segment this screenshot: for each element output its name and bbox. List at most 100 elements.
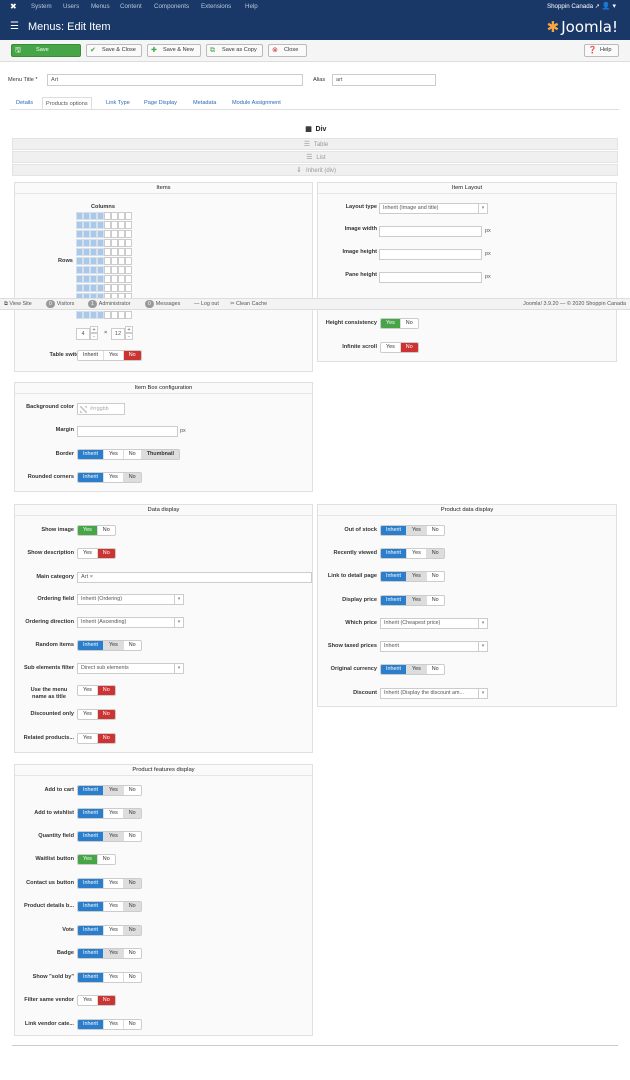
opt-inherit[interactable]: Inherit: [78, 832, 104, 841]
grid-cell[interactable]: [125, 230, 132, 238]
grid-cell[interactable]: [76, 311, 83, 319]
opt-no[interactable]: No: [124, 1020, 141, 1029]
grid-cell[interactable]: [125, 212, 132, 220]
add-to-wishlist-toggle[interactable]: Inherit Yes No: [77, 808, 142, 819]
opt-inherit[interactable]: Inherit: [78, 786, 104, 795]
opt-thumbnail[interactable]: Thumbnail: [141, 450, 179, 459]
opt-yes[interactable]: Yes: [381, 343, 401, 352]
opt-no[interactable]: No: [97, 996, 115, 1005]
grid-cell[interactable]: [83, 212, 90, 220]
table-switcher-toggle[interactable]: Inherit Yes No: [77, 350, 142, 361]
grid-cell[interactable]: [97, 311, 104, 319]
opt-no[interactable]: No: [97, 686, 115, 695]
opt-no[interactable]: No: [427, 596, 444, 605]
opt-inherit[interactable]: Inherit: [78, 879, 104, 888]
opt-inherit[interactable]: Inherit: [78, 351, 104, 360]
opt-no[interactable]: No: [124, 641, 141, 650]
ordering-field-select[interactable]: Inherit (Ordering) ▾: [77, 594, 184, 605]
opt-no[interactable]: No: [124, 973, 141, 982]
tab-page-display[interactable]: Page Display: [144, 98, 177, 109]
opt-inherit[interactable]: Inherit: [381, 665, 407, 674]
grid-cell[interactable]: [125, 248, 132, 256]
menu-system[interactable]: System: [31, 0, 52, 14]
grid-cell[interactable]: [97, 239, 104, 247]
opt-no[interactable]: No: [97, 549, 115, 558]
opt-yes[interactable]: Yes: [78, 855, 98, 864]
layout-inherit[interactable]: ⇓ Inherit (div): [12, 164, 618, 176]
opt-yes[interactable]: Yes: [104, 879, 124, 888]
grid-cell[interactable]: [97, 248, 104, 256]
opt-inherit[interactable]: Inherit: [78, 641, 104, 650]
grid-cell[interactable]: [125, 284, 132, 292]
opt-no[interactable]: No: [400, 343, 418, 352]
alias-input[interactable]: art: [332, 74, 436, 86]
grid-cell[interactable]: [104, 221, 111, 229]
tab-link-type[interactable]: Link Type: [106, 98, 130, 109]
columns-count[interactable]: 4: [76, 328, 90, 340]
layout-table[interactable]: ☰ Table: [12, 138, 618, 150]
opt-yes[interactable]: Yes: [103, 641, 124, 650]
display-price-toggle[interactable]: Inherit Yes No: [380, 595, 445, 606]
grid-cell[interactable]: [76, 275, 83, 283]
menu-extensions[interactable]: Extensions: [201, 0, 231, 14]
opt-yes[interactable]: Yes: [381, 319, 401, 328]
grid-cell[interactable]: [90, 239, 97, 247]
add-to-cart-toggle[interactable]: Inherit Yes No: [77, 785, 142, 796]
grid-cell[interactable]: [104, 266, 111, 274]
sub-elements-select[interactable]: Direct sub elements ▾: [77, 663, 184, 674]
grid-cell[interactable]: [97, 266, 104, 274]
opt-yes[interactable]: Yes: [103, 786, 124, 795]
grid-cell[interactable]: [90, 284, 97, 292]
grid-cell[interactable]: [125, 257, 132, 265]
close-button[interactable]: ⊗ Close: [268, 44, 307, 57]
opt-yes[interactable]: Yes: [78, 734, 98, 743]
admin-status[interactable]: 1 Administrator: [88, 299, 131, 310]
grid-cell[interactable]: [118, 230, 125, 238]
grid-cell[interactable]: [83, 284, 90, 292]
grid-cell[interactable]: [125, 266, 132, 274]
opt-no[interactable]: No: [427, 526, 444, 535]
rows-minus-button[interactable]: -: [125, 333, 133, 340]
link-vendor-toggle[interactable]: Inherit Yes No: [77, 1019, 142, 1030]
vote-toggle[interactable]: Inherit Yes No: [77, 925, 142, 936]
opt-no[interactable]: No: [124, 832, 141, 841]
grid-cell[interactable]: [90, 257, 97, 265]
save-close-button[interactable]: ✔ Save & Close: [86, 44, 142, 57]
grid-cell[interactable]: [76, 248, 83, 256]
opt-inherit[interactable]: Inherit: [78, 902, 104, 911]
grid-cell[interactable]: [90, 230, 97, 238]
grid-cell[interactable]: [90, 221, 97, 229]
grid-cell[interactable]: [125, 311, 132, 319]
grid-cell[interactable]: [90, 212, 97, 220]
opt-yes[interactable]: Yes: [406, 526, 427, 535]
grid-cell[interactable]: [90, 275, 97, 283]
grid-cell[interactable]: [76, 257, 83, 265]
joomla-logo-icon[interactable]: ✖: [10, 2, 17, 12]
quantity-field-toggle[interactable]: Inherit Yes No: [77, 831, 142, 842]
grid-cell[interactable]: [104, 230, 111, 238]
opt-inherit[interactable]: Inherit: [381, 596, 407, 605]
grid-cell[interactable]: [104, 284, 111, 292]
opt-yes[interactable]: Yes: [104, 809, 124, 818]
messages-status[interactable]: 0 Messages: [145, 299, 180, 310]
grid-cell[interactable]: [97, 212, 104, 220]
opt-yes[interactable]: Yes: [407, 549, 427, 558]
grid-cell[interactable]: [83, 311, 90, 319]
opt-yes[interactable]: Yes: [104, 973, 124, 982]
tab-metadata[interactable]: Metadata: [193, 98, 216, 109]
opt-yes[interactable]: Yes: [104, 351, 124, 360]
opt-yes[interactable]: Yes: [406, 572, 427, 581]
grid-cell[interactable]: [118, 239, 125, 247]
opt-yes[interactable]: Yes: [78, 710, 98, 719]
layout-list[interactable]: ☰ List: [12, 151, 618, 163]
grid-cell[interactable]: [83, 266, 90, 274]
visitors-status[interactable]: 0 Visitors: [46, 299, 74, 310]
opt-yes[interactable]: Yes: [78, 549, 98, 558]
random-items-toggle[interactable]: Inherit Yes No: [77, 640, 142, 651]
grid-cell[interactable]: [83, 248, 90, 256]
opt-inherit[interactable]: Inherit: [78, 809, 104, 818]
opt-no[interactable]: No: [426, 549, 444, 558]
layout-type-select[interactable]: Inherit (Image and title) ▾: [379, 203, 488, 214]
menu-components[interactable]: Components: [154, 0, 189, 14]
grid-cell[interactable]: [125, 239, 132, 247]
